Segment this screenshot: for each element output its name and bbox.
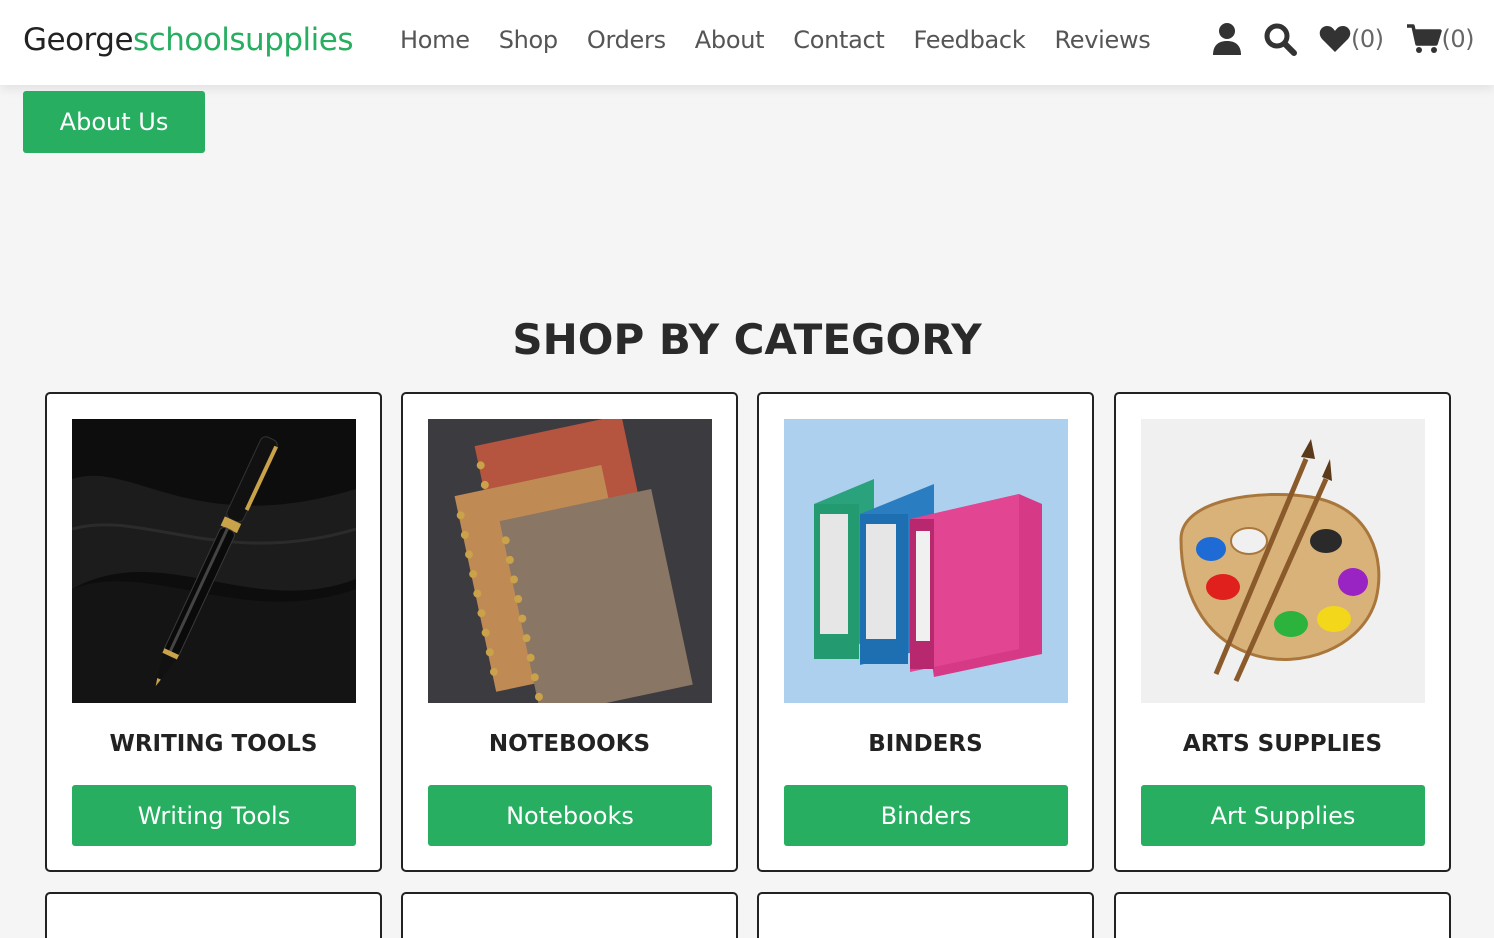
category-card-next-4 [1114, 892, 1451, 938]
heart-icon [1319, 26, 1351, 52]
notebooks-button[interactable]: Notebooks [428, 785, 712, 846]
wishlist-button[interactable]: (0) [1319, 25, 1384, 53]
category-card-next-3 [757, 892, 1094, 938]
nav-orders[interactable]: Orders [587, 26, 666, 54]
binders-image[interactable] [784, 419, 1068, 703]
cart-icon [1406, 24, 1442, 53]
search-button[interactable] [1264, 23, 1297, 56]
search-icon [1264, 23, 1297, 56]
category-card-next-1 [45, 892, 382, 938]
binders-button[interactable]: Binders [784, 785, 1068, 846]
category-title: NOTEBOOKS [488, 731, 651, 757]
pen-image[interactable] [72, 419, 356, 703]
nav-contact[interactable]: Contact [793, 26, 885, 54]
nav-about[interactable]: About [695, 26, 765, 54]
category-card-writing-tools: WRITING TOOLS Writing Tools [45, 392, 382, 872]
category-card-binders: BINDERS Binders [757, 392, 1094, 872]
category-title: ARTS SUPPLIES [1182, 731, 1383, 757]
nav-home[interactable]: Home [400, 26, 470, 54]
nav-reviews[interactable]: Reviews [1054, 26, 1150, 54]
cart-count: (0) [1441, 25, 1475, 53]
palette-image[interactable] [1141, 419, 1425, 703]
writing-tools-button[interactable]: Writing Tools [72, 785, 356, 846]
category-card-notebooks: NOTEBOOKS Notebooks [401, 392, 738, 872]
logo-part-2: schoolsupplies [133, 22, 354, 58]
nav-shop[interactable]: Shop [499, 26, 558, 54]
section-title: SHOP BY CATEGORY [512, 315, 982, 364]
site-logo[interactable]: Georgeschoolsupplies [23, 22, 354, 58]
nav-feedback[interactable]: Feedback [914, 26, 1026, 54]
user-button[interactable] [1212, 22, 1242, 56]
user-icon [1213, 23, 1241, 55]
site-header: Georgeschoolsupplies Home Shop Orders Ab… [0, 0, 1494, 85]
cart-button[interactable]: (0) [1406, 23, 1475, 55]
notebooks-image[interactable] [428, 419, 712, 703]
category-card-next-2 [401, 892, 738, 938]
header-icons: (0) (0) [1190, 22, 1474, 56]
logo-part-1: George [23, 22, 134, 58]
category-card-art-supplies: ARTS SUPPLIES Art Supplies [1114, 392, 1451, 872]
main-nav: Home Shop Orders About Contact Feedback … [400, 26, 1179, 54]
category-title: WRITING TOOLS [109, 731, 318, 757]
art-supplies-button[interactable]: Art Supplies [1141, 785, 1425, 846]
category-title: BINDERS [868, 731, 983, 757]
about-us-button[interactable]: About Us [23, 91, 205, 153]
wishlist-count: (0) [1351, 25, 1384, 53]
